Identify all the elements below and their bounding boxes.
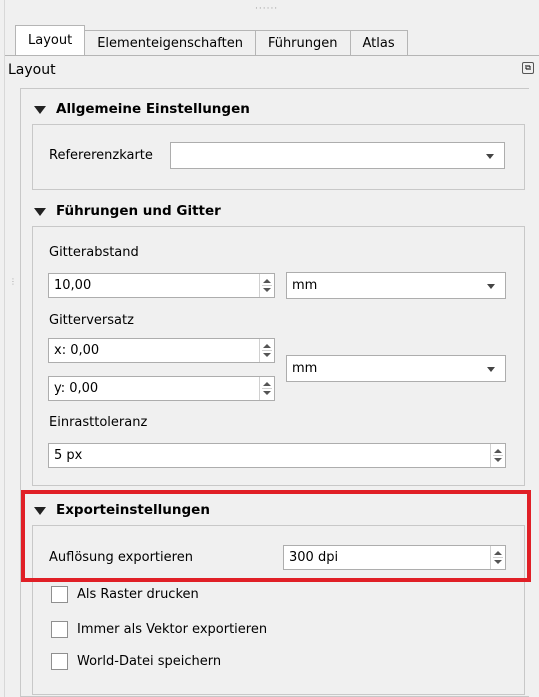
tab-guides[interactable]: Führungen [254, 30, 351, 55]
checkbox-box[interactable] [51, 653, 68, 670]
group-title-guides: Führungen und Gitter [56, 203, 221, 219]
spin-buttons[interactable] [259, 274, 274, 297]
tab-layout[interactable]: Layout [15, 25, 86, 55]
reference-map-combobox[interactable] [170, 142, 505, 169]
group-header-general[interactable]: Allgemeine Einstellungen [34, 101, 250, 117]
spin-up-icon[interactable] [263, 382, 271, 386]
grid-spacing-label: Gitterabstand [49, 245, 139, 260]
offset-x-spinbox[interactable]: x: 0,00 [48, 338, 275, 363]
dock-drag-handle-icon[interactable]: ······ [255, 4, 278, 14]
spin-up-icon[interactable] [263, 344, 271, 348]
spin-buttons[interactable] [259, 377, 274, 400]
checkbox-box[interactable] [51, 586, 68, 603]
save-world-file-checkbox[interactable]: World-Datei speichern [51, 653, 221, 670]
grid-spacing-unit-value: mm [292, 278, 318, 293]
grid-spacing-unit-combobox[interactable]: mm [286, 272, 506, 299]
always-vector-checkbox[interactable]: Immer als Vektor exportieren [51, 621, 267, 638]
dock-left-edge [0, 0, 5, 697]
tab-atlas[interactable]: Atlas [349, 30, 408, 55]
group-title-general: Allgemeine Einstellungen [56, 101, 250, 117]
spin-buttons[interactable] [259, 339, 274, 362]
spin-down-icon[interactable] [263, 353, 271, 357]
chevron-down-icon [487, 284, 495, 289]
resize-grip-icon[interactable]: ⋮ [9, 278, 17, 286]
offset-x-value: x: 0,00 [54, 343, 100, 358]
always-vector-label: Immer als Vektor exportieren [77, 622, 268, 637]
collapse-triangle-icon [34, 106, 46, 114]
save-world-file-label: World-Datei speichern [77, 654, 222, 669]
offset-y-spinbox[interactable]: y: 0,00 [48, 376, 275, 401]
grid-offset-label: Gitterversatz [49, 313, 134, 328]
group-box-general: Refererenzkarte [32, 124, 525, 190]
undock-icon[interactable]: ⧉ [522, 62, 534, 74]
print-as-raster-label: Als Raster drucken [77, 587, 199, 602]
panel-title: Layout [8, 62, 56, 78]
snap-tolerance-value: 5 px [54, 448, 83, 463]
collapse-triangle-icon [34, 208, 46, 216]
spin-down-icon[interactable] [494, 458, 502, 462]
tab-item-properties[interactable]: Elementeigenschaften [84, 30, 256, 55]
chevron-down-icon [486, 154, 494, 159]
print-as-raster-checkbox[interactable]: Als Raster drucken [51, 586, 199, 603]
tab-bar: Layout Elementeigenschaften Führungen At… [15, 25, 408, 55]
spin-buttons[interactable] [490, 444, 505, 467]
spin-down-icon[interactable] [263, 391, 271, 395]
group-box-guides: Gitterabstand 10,00 mm Gitterversatz x: … [32, 226, 525, 486]
spin-up-icon[interactable] [263, 279, 271, 283]
tab-pane-border [5, 55, 539, 56]
group-header-guides[interactable]: Führungen und Gitter [34, 203, 221, 219]
checkbox-box[interactable] [51, 621, 68, 638]
offset-unit-combobox[interactable]: mm [286, 355, 506, 382]
reference-map-label: Refererenzkarte [49, 148, 153, 163]
snap-tolerance-spinbox[interactable]: 5 px [48, 443, 506, 468]
highlight-annotation-box [21, 490, 531, 582]
offset-unit-value: mm [292, 361, 318, 376]
spin-up-icon[interactable] [494, 449, 502, 453]
grid-spacing-spinbox[interactable]: 10,00 [48, 273, 275, 298]
snap-tolerance-label: Einrasttoleranz [49, 415, 148, 430]
offset-y-value: y: 0,00 [54, 381, 99, 396]
grid-spacing-value: 10,00 [54, 278, 92, 293]
chevron-down-icon [487, 367, 495, 372]
spin-down-icon[interactable] [263, 288, 271, 292]
